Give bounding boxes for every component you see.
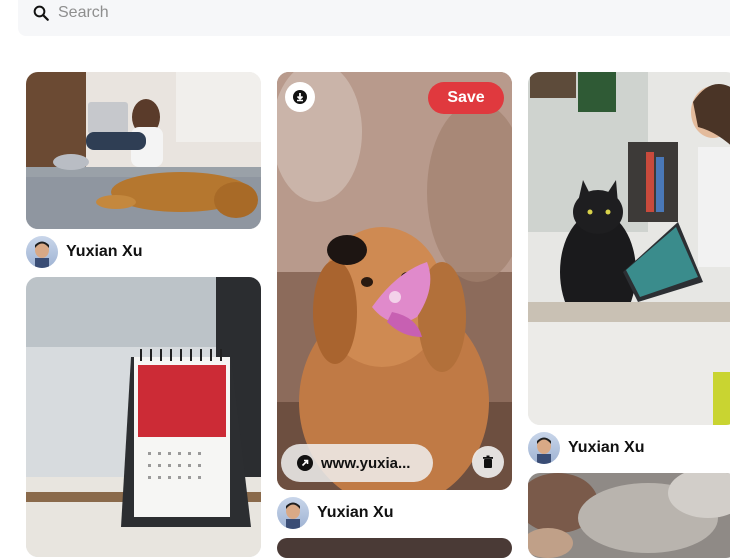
pin-image <box>26 72 261 229</box>
search-bar <box>18 0 730 36</box>
pin-author[interactable]: Yuxian Xu <box>277 497 393 529</box>
pin-image <box>277 72 512 490</box>
download-button[interactable] <box>285 82 315 112</box>
author-name: Yuxian Xu <box>568 439 645 456</box>
pin-image <box>26 277 261 557</box>
pin-image <box>528 72 730 425</box>
download-icon <box>293 90 307 104</box>
pin-author[interactable]: Yuxian Xu <box>26 236 142 268</box>
pin-image-woman-dog[interactable] <box>26 72 261 229</box>
pin-image-next[interactable] <box>277 538 512 558</box>
source-link-button[interactable]: www.yuxia... <box>281 444 433 482</box>
pin-image <box>528 473 730 558</box>
search-icon <box>33 5 49 21</box>
save-button[interactable]: Save <box>428 82 504 114</box>
avatar <box>528 432 560 464</box>
source-link-text: www.yuxia... <box>321 454 411 472</box>
author-name: Yuxian Xu <box>317 504 394 521</box>
avatar <box>277 497 309 529</box>
arrow-up-right-icon <box>297 455 313 471</box>
pin-image-calendar[interactable] <box>26 277 261 557</box>
pin-image-dog-flower[interactable]: Save www.yuxia... <box>277 72 512 490</box>
pin-image-clouds[interactable] <box>528 473 730 558</box>
search-input[interactable] <box>58 2 658 24</box>
pin-author[interactable]: Yuxian Xu <box>528 432 644 464</box>
pin-image-woman-cat[interactable] <box>528 72 730 425</box>
delete-button[interactable] <box>472 446 504 478</box>
avatar <box>26 236 58 268</box>
author-name: Yuxian Xu <box>66 243 143 260</box>
trash-icon <box>483 455 493 468</box>
